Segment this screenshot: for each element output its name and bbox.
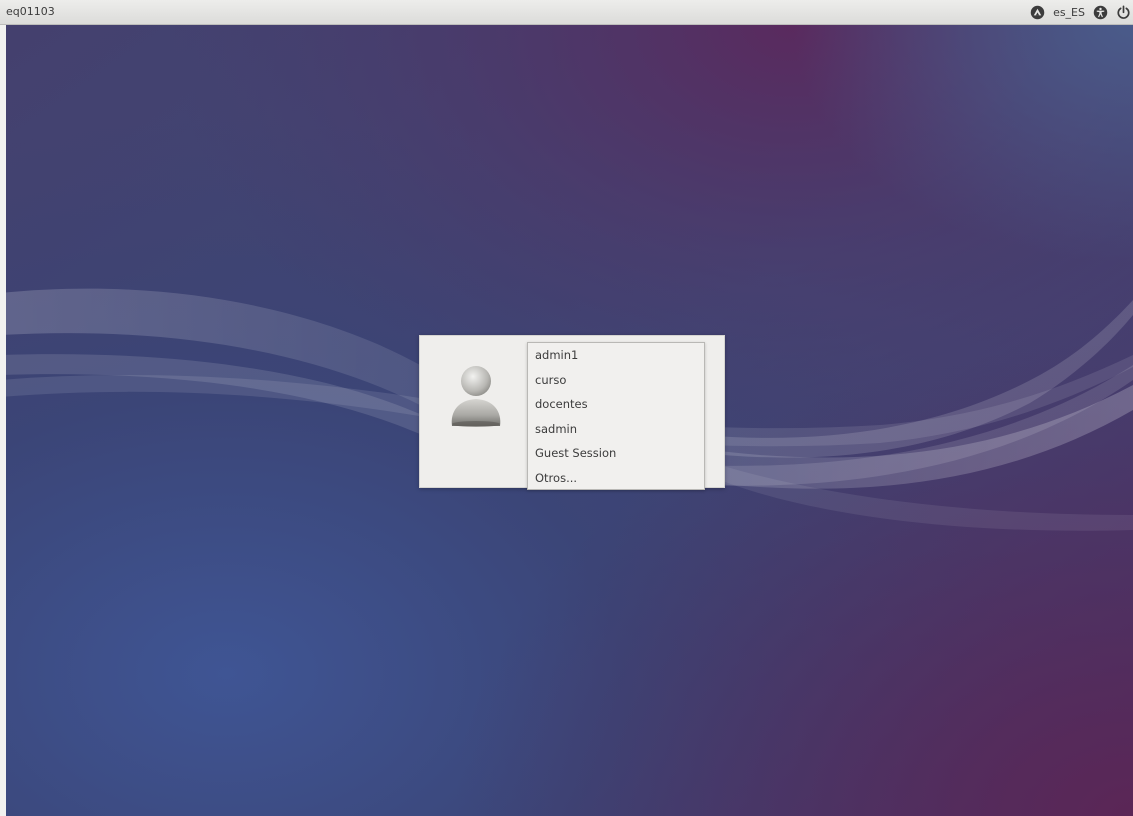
hostname-label: eq01103 bbox=[6, 5, 55, 18]
accessibility-icon[interactable] bbox=[1093, 4, 1108, 21]
user-avatar-icon bbox=[451, 366, 501, 427]
login-screen: eq01103 es_ES admin1 curso docentes sadm… bbox=[0, 0, 1133, 816]
language-indicator[interactable]: es_ES bbox=[1053, 4, 1085, 21]
user-item-guest-session[interactable]: Guest Session bbox=[528, 441, 704, 466]
top-panel: eq01103 es_ES bbox=[0, 0, 1133, 25]
user-item-curso[interactable]: curso bbox=[528, 368, 704, 393]
user-item-admin1[interactable]: admin1 bbox=[528, 343, 704, 368]
system-tray: es_ES bbox=[1022, 4, 1131, 21]
user-item-docentes[interactable]: docentes bbox=[528, 392, 704, 417]
left-edge bbox=[0, 25, 6, 816]
power-icon[interactable] bbox=[1116, 4, 1131, 21]
user-item-sadmin[interactable]: sadmin bbox=[528, 417, 704, 442]
user-list: admin1 curso docentes sadmin Guest Sessi… bbox=[527, 342, 705, 490]
network-icon[interactable] bbox=[1030, 4, 1045, 21]
user-item-otros[interactable]: Otros... bbox=[528, 466, 704, 491]
